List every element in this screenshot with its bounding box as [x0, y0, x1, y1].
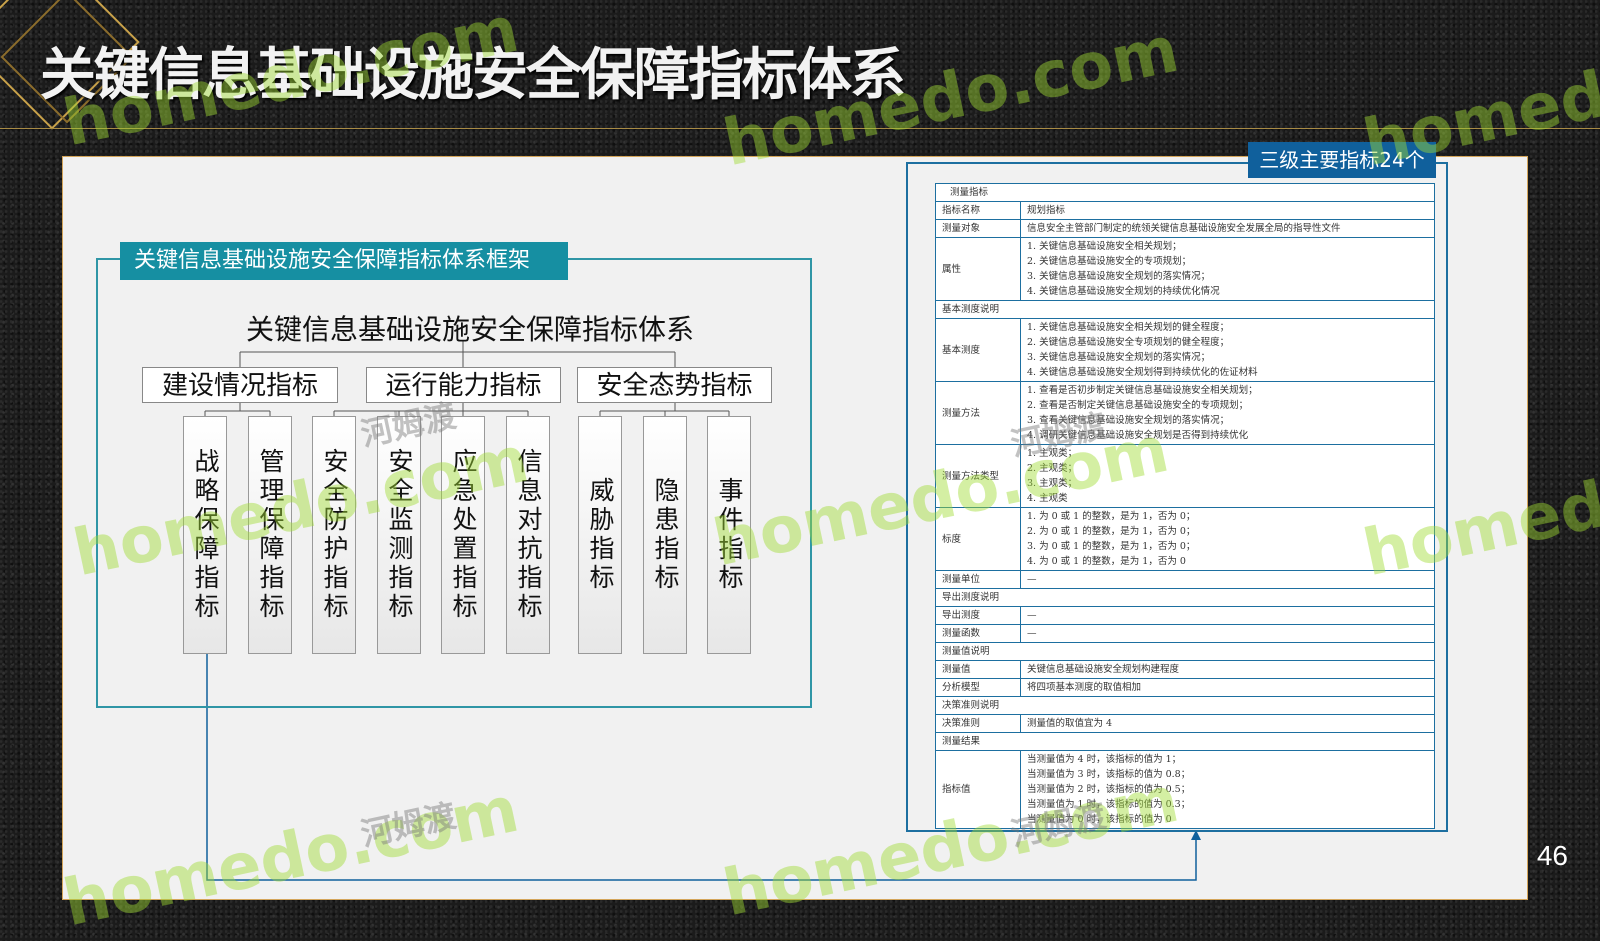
table-row: 测量指标 — [935, 183, 1435, 202]
table-row: 测量结果 — [935, 732, 1435, 751]
framework-label: 关键信息基础设施安全保障指标体系框架 — [120, 242, 568, 280]
page-number: 46 — [1536, 840, 1568, 871]
table-row: 基本测度 1. 关键信息基础设施安全相关规划的健全程度； 2. 关键信息基础设施… — [935, 318, 1435, 382]
leaf-threat: 威胁指标 — [578, 416, 622, 654]
watermark-brand: homedo.com — [1357, 12, 1600, 182]
table-row: 指标名称 规划指标 — [935, 201, 1435, 220]
table-row: 测量值 关键信息基础设施安全规划构建程度 — [935, 660, 1435, 679]
system-title: 关键信息基础设施安全保障指标体系 — [245, 313, 694, 346]
table-row: 属性 1. 关键信息基础设施安全相关规划； 2. 关键信息基础设施安全的专项规划… — [935, 237, 1435, 301]
table-row: 测量值说明 — [935, 642, 1435, 661]
table-row: 导出测度 — — [935, 606, 1435, 625]
table-row: 决策准则 测量值的取值宜为 4 — [935, 714, 1435, 733]
category-situation: 安全态势指标 — [577, 367, 772, 403]
leaf-hidden-danger: 隐患指标 — [643, 416, 687, 654]
table-row: 测量单位 — — [935, 570, 1435, 589]
table-row: 导出测度说明 — [935, 588, 1435, 607]
table-row: 测量对象 信息安全主管部门制定的统领关键信息基础设施安全发展全局的指导性文件 — [935, 219, 1435, 238]
table-row: 测量函数 — — [935, 624, 1435, 643]
table-row: 基本测度说明 — [935, 300, 1435, 319]
table-row: 决策准则说明 — [935, 696, 1435, 715]
category-construction: 建设情况指标 — [142, 367, 338, 403]
table-row: 分析模型 将四项基本测度的取值相加 — [935, 678, 1435, 697]
category-operation: 运行能力指标 — [366, 367, 561, 403]
